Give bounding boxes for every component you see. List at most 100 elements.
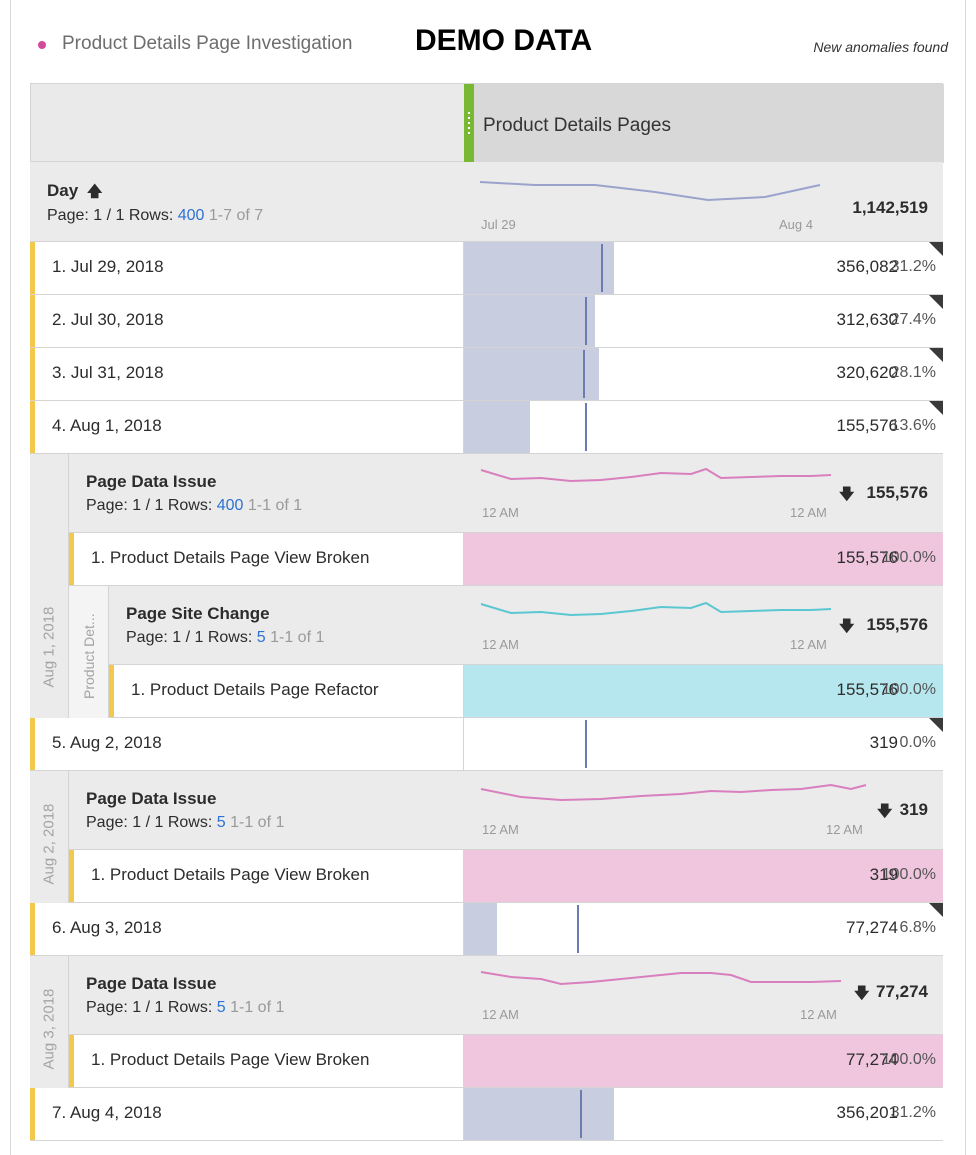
breakdown-dimension-name[interactable]: Page Data Issue bbox=[86, 974, 216, 994]
anomaly-flag-icon[interactable] bbox=[929, 242, 943, 256]
pagination: Page: 1 / 1 Rows: 5 1-1 of 1 bbox=[86, 999, 284, 1017]
tick-end: Aug 4 bbox=[779, 217, 813, 232]
status-dot bbox=[38, 41, 46, 49]
row-label: 4. Aug 1, 2018 bbox=[52, 416, 162, 435]
row-value: 356,201 bbox=[836, 1103, 898, 1122]
row-percent: 31.2% bbox=[890, 1104, 936, 1121]
drag-handle-icon[interactable] bbox=[468, 112, 470, 134]
share-bar bbox=[464, 903, 497, 955]
table-row[interactable]: 4. Aug 1, 2018 155,576 13.6% bbox=[30, 401, 943, 454]
row-metric-cell: 77,274 6.8% bbox=[463, 903, 943, 955]
breakdown-header: Page Data Issue Page: 1 / 1 Rows: 5 1-1 … bbox=[69, 771, 943, 850]
panel-header: Product Details Page Investigation DEMO … bbox=[10, 0, 966, 90]
page-label: Page: 1 / 1 bbox=[86, 999, 164, 1016]
table-row[interactable]: 5. Aug 2, 2018 319 0.0% bbox=[30, 718, 943, 771]
breakdown-header: Page Data Issue Page: 1 / 1 Rows: 5 1-1 … bbox=[69, 956, 943, 1035]
table-header: Product Details Pages bbox=[30, 83, 944, 163]
table-row[interactable]: 7. Aug 4, 2018 356,201 31.2% bbox=[30, 1088, 943, 1141]
row-label: 6. Aug 3, 2018 bbox=[52, 918, 162, 937]
arrow-down-icon: 🡇 bbox=[877, 803, 893, 820]
row-metric-cell: 319 0.0% bbox=[463, 718, 943, 770]
rows-label: Rows: bbox=[128, 207, 174, 224]
share-bar bbox=[464, 295, 595, 347]
row-metric-cell: 155,576 100.0% bbox=[463, 665, 943, 717]
table-row[interactable]: 1. Jul 29, 2018 356,082 31.2% bbox=[30, 242, 943, 295]
dimension-name[interactable]: Day bbox=[47, 181, 78, 201]
tick-end: 12 AM bbox=[790, 505, 827, 520]
row-percent: 100.0% bbox=[881, 866, 936, 883]
row-label: 1. Jul 29, 2018 bbox=[52, 257, 164, 276]
row-label: 5. Aug 2, 2018 bbox=[52, 733, 162, 752]
table-row[interactable]: 2. Jul 30, 2018 312,630 27.4% bbox=[30, 295, 943, 348]
trend-sparkline bbox=[480, 971, 842, 986]
anomaly-flag-icon[interactable] bbox=[929, 718, 943, 732]
row-accent bbox=[30, 295, 35, 347]
trend-sparkline bbox=[480, 783, 867, 802]
column-header-label: Product Details Pages bbox=[483, 115, 671, 136]
pagination: Page: 1 / 1 Rows: 400 1-7 of 7 bbox=[47, 207, 263, 225]
demo-label: DEMO DATA bbox=[415, 24, 593, 57]
row-percent: 31.2% bbox=[890, 258, 936, 275]
row-metric-cell: 319 100.0% bbox=[463, 850, 943, 902]
pagination: Page: 1 / 1 Rows: 400 1-1 of 1 bbox=[86, 497, 302, 515]
row-metric-cell: 77,274 100.0% bbox=[463, 1035, 943, 1087]
row-range: 1-1 of 1 bbox=[230, 814, 285, 831]
rows-value[interactable]: 400 bbox=[178, 207, 205, 224]
tick-start: Jul 29 bbox=[481, 217, 516, 232]
arrow-up-icon[interactable]: 🡅 bbox=[87, 181, 102, 206]
row-accent bbox=[30, 718, 35, 770]
row-percent: 28.1% bbox=[890, 364, 936, 381]
breakdown-dimension-name[interactable]: Page Data Issue bbox=[86, 789, 216, 809]
row-accent bbox=[69, 1035, 74, 1087]
nested-dimension-label: Product Det... bbox=[81, 613, 97, 699]
tick-end: 12 AM bbox=[826, 822, 863, 837]
row-percent: 27.4% bbox=[890, 311, 936, 328]
dimension-total: 1,142,519 bbox=[852, 198, 928, 217]
table-row[interactable]: 1. Product Details Page View Broken 155,… bbox=[69, 533, 943, 586]
breakdown-total: 319 bbox=[899, 800, 928, 819]
rows-value[interactable]: 5 bbox=[217, 814, 226, 831]
rows-value[interactable]: 5 bbox=[257, 629, 266, 646]
anomalies-link[interactable]: New anomalies found bbox=[813, 39, 948, 55]
row-percent: 100.0% bbox=[881, 681, 936, 698]
table-row[interactable]: 1. Product Details Page View Broken 319 … bbox=[69, 850, 943, 903]
row-label: 1. Product Details Page View Broken bbox=[91, 1050, 370, 1069]
arrow-down-icon: 🡇 bbox=[854, 985, 870, 1002]
row-label: 7. Aug 4, 2018 bbox=[52, 1103, 162, 1122]
share-bar bbox=[464, 348, 599, 400]
tick-end: 12 AM bbox=[800, 1007, 837, 1022]
table-row[interactable]: 1. Product Details Page Refactor 155,576… bbox=[109, 665, 943, 718]
row-value: 312,630 bbox=[836, 310, 898, 329]
rows-value[interactable]: 5 bbox=[217, 999, 226, 1016]
rows-value[interactable]: 400 bbox=[217, 497, 244, 514]
row-label: 1. Product Details Page View Broken bbox=[91, 548, 370, 567]
rows-label: Rows: bbox=[207, 629, 253, 646]
breakdown-side-label: Aug 3, 2018 bbox=[30, 956, 69, 1088]
table-row[interactable]: 6. Aug 3, 2018 77,274 6.8% bbox=[30, 903, 943, 956]
breakdown-total: 155,576 bbox=[866, 615, 928, 634]
average-marker bbox=[585, 720, 587, 768]
average-marker bbox=[583, 350, 585, 398]
anomaly-flag-icon[interactable] bbox=[929, 348, 943, 362]
anomaly-flag-icon[interactable] bbox=[929, 903, 943, 917]
page-label: Page: 1 / 1 bbox=[126, 629, 204, 646]
share-bar bbox=[464, 242, 614, 294]
breakdown-dimension-name[interactable]: Page Site Change bbox=[126, 604, 270, 624]
row-accent bbox=[69, 850, 74, 902]
pagination: Page: 1 / 1 Rows: 5 1-1 of 1 bbox=[126, 629, 324, 647]
tick-start: 12 AM bbox=[482, 637, 519, 652]
anomaly-flag-icon[interactable] bbox=[929, 401, 943, 415]
breakdown-side-label: Aug 1, 2018 bbox=[30, 454, 69, 718]
breakdown-total: 155,576 bbox=[866, 483, 928, 502]
row-metric-cell: 320,620 28.1% bbox=[463, 348, 943, 400]
row-metric-cell: 312,630 27.4% bbox=[463, 295, 943, 347]
breakdown-date: Aug 2, 2018 bbox=[40, 803, 58, 885]
row-value: 320,620 bbox=[836, 363, 898, 382]
breakdown-dimension-name[interactable]: Page Data Issue bbox=[86, 472, 216, 492]
row-range: 1-1 of 1 bbox=[247, 497, 303, 514]
panel-title[interactable]: Product Details Page Investigation bbox=[62, 33, 352, 55]
table-row[interactable]: 3. Jul 31, 2018 320,620 28.1% bbox=[30, 348, 943, 401]
anomaly-flag-icon[interactable] bbox=[929, 295, 943, 309]
row-accent bbox=[109, 665, 114, 717]
table-row[interactable]: 1. Product Details Page View Broken 77,2… bbox=[69, 1035, 943, 1088]
